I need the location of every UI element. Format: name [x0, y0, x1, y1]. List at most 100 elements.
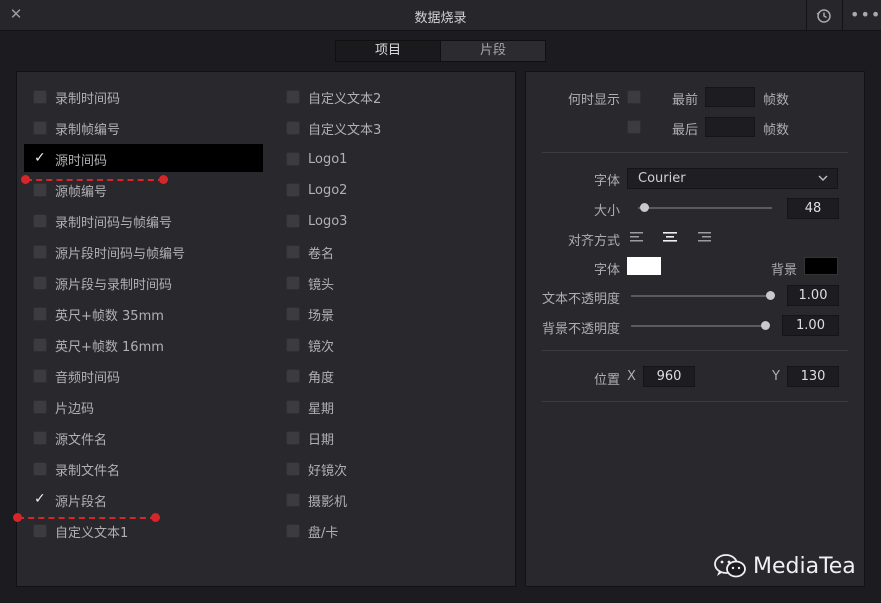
- option-label: 自定义文本2: [308, 91, 382, 107]
- option-checkbox[interactable]: [286, 152, 300, 166]
- chevron-down-icon: [818, 175, 828, 181]
- option-checkbox[interactable]: [33, 524, 47, 538]
- first-frames-field[interactable]: [705, 87, 755, 107]
- option-checkbox[interactable]: [286, 214, 300, 228]
- option-row[interactable]: 好镜次: [286, 457, 347, 481]
- option-row[interactable]: 英尺+帧数 16mm: [33, 333, 164, 357]
- text-opacity-slider-handle[interactable]: [766, 291, 775, 300]
- font-color-swatch[interactable]: [627, 257, 661, 275]
- option-row[interactable]: 日期: [286, 426, 334, 450]
- option-row[interactable]: 音频时间码: [33, 364, 120, 388]
- option-checkbox[interactable]: [286, 183, 300, 197]
- option-checkbox[interactable]: [33, 462, 47, 476]
- annotation-dot: [159, 175, 168, 184]
- bg-color-swatch[interactable]: [804, 257, 838, 275]
- option-row[interactable]: 源片段与录制时间码: [33, 271, 172, 295]
- option-checkbox[interactable]: [286, 307, 300, 321]
- option-row[interactable]: Logo1: [286, 147, 347, 171]
- position-y-label: Y: [772, 369, 780, 384]
- frames-label: 帧数: [763, 123, 790, 138]
- option-row[interactable]: 摄影机: [286, 488, 347, 512]
- option-checkbox[interactable]: [33, 245, 47, 259]
- option-row[interactable]: 卷名: [286, 240, 334, 264]
- option-row[interactable]: Logo3: [286, 209, 347, 233]
- option-row[interactable]: 源文件名: [33, 426, 107, 450]
- option-checkbox[interactable]: [286, 276, 300, 290]
- option-row[interactable]: 自定义文本2: [286, 85, 381, 109]
- option-checkbox[interactable]: [286, 400, 300, 414]
- option-row[interactable]: 录制帧编号: [33, 116, 120, 140]
- option-checkbox[interactable]: [286, 245, 300, 259]
- font-color-label: 字体: [594, 263, 621, 278]
- option-row[interactable]: 镜头: [286, 271, 334, 295]
- option-row[interactable]: Logo2: [286, 178, 347, 202]
- option-checkbox[interactable]: [286, 90, 300, 104]
- option-label: 录制时间码: [55, 91, 121, 107]
- bg-opacity-slider-track[interactable]: [631, 325, 765, 327]
- option-checkbox[interactable]: [33, 150, 47, 166]
- position-x-field[interactable]: 960: [643, 366, 695, 387]
- option-checkbox[interactable]: [33, 183, 47, 197]
- option-row[interactable]: 英尺+帧数 35mm: [33, 302, 164, 326]
- more-icon[interactable]: •••: [850, 6, 880, 26]
- option-row[interactable]: 源片段时间码与帧编号: [33, 240, 185, 264]
- title-bar: ✕ 数据烧录 •••: [0, 0, 881, 31]
- option-checkbox[interactable]: [33, 400, 47, 414]
- option-row[interactable]: 盘/卡: [286, 519, 338, 543]
- bg-opacity-field[interactable]: 1.00: [782, 315, 839, 336]
- position-x-label: X: [627, 369, 636, 384]
- option-row[interactable]: 星期: [286, 395, 334, 419]
- frames-label: 帧数: [763, 93, 790, 108]
- option-checkbox[interactable]: [286, 431, 300, 445]
- option-checkbox[interactable]: [286, 369, 300, 383]
- tab-project[interactable]: 项目: [336, 41, 441, 61]
- align-right-icon[interactable]: [696, 231, 712, 245]
- option-row[interactable]: 自定义文本3: [286, 116, 381, 140]
- option-checkbox[interactable]: [33, 276, 47, 290]
- option-row[interactable]: 场景: [286, 302, 334, 326]
- option-checkbox[interactable]: [33, 90, 47, 104]
- option-label: 录制帧编号: [55, 122, 121, 138]
- option-row[interactable]: 自定义文本1: [33, 519, 128, 543]
- option-row[interactable]: 镜次: [286, 333, 334, 357]
- titlebar-divider: [806, 0, 807, 31]
- text-opacity-field[interactable]: 1.00: [787, 285, 839, 306]
- tab-clip[interactable]: 片段: [441, 41, 545, 61]
- bg-opacity-slider-handle[interactable]: [761, 321, 770, 330]
- align-left-icon[interactable]: [629, 231, 645, 245]
- option-checkbox[interactable]: [33, 338, 47, 352]
- text-opacity-slider-track[interactable]: [631, 295, 770, 297]
- option-checkbox[interactable]: [286, 524, 300, 538]
- option-checkbox[interactable]: [33, 369, 47, 383]
- option-checkbox[interactable]: [33, 491, 47, 507]
- last-frames-field[interactable]: [705, 117, 755, 137]
- option-checkbox[interactable]: [33, 214, 47, 228]
- annotation-dot: [21, 175, 30, 184]
- size-field[interactable]: 48: [787, 198, 839, 219]
- align-center-icon[interactable]: [662, 231, 678, 245]
- option-checkbox[interactable]: [286, 338, 300, 352]
- when-show-first-checkbox[interactable]: [627, 90, 641, 104]
- option-row[interactable]: 源时间码: [33, 147, 107, 171]
- option-checkbox[interactable]: [33, 121, 47, 135]
- history-icon[interactable]: [814, 6, 834, 26]
- option-row[interactable]: 录制时间码与帧编号: [33, 209, 172, 233]
- font-select[interactable]: Courier: [627, 168, 838, 189]
- size-slider-track[interactable]: [638, 207, 772, 209]
- option-row[interactable]: 源片段名: [33, 488, 107, 512]
- option-row[interactable]: 录制时间码: [33, 85, 120, 109]
- option-checkbox[interactable]: [286, 121, 300, 135]
- option-checkbox[interactable]: [286, 493, 300, 507]
- option-row[interactable]: 源帧编号: [33, 178, 107, 202]
- position-y-field[interactable]: 130: [787, 366, 839, 387]
- option-row[interactable]: 片边码: [33, 395, 94, 419]
- option-checkbox[interactable]: [33, 431, 47, 445]
- when-show-last-checkbox[interactable]: [627, 120, 641, 134]
- font-label: 字体: [594, 174, 621, 189]
- option-row[interactable]: 录制文件名: [33, 457, 120, 481]
- option-row[interactable]: 角度: [286, 364, 334, 388]
- option-label: 源片段与录制时间码: [55, 277, 173, 293]
- section-divider: [542, 350, 848, 351]
- option-checkbox[interactable]: [286, 462, 300, 476]
- option-checkbox[interactable]: [33, 307, 47, 321]
